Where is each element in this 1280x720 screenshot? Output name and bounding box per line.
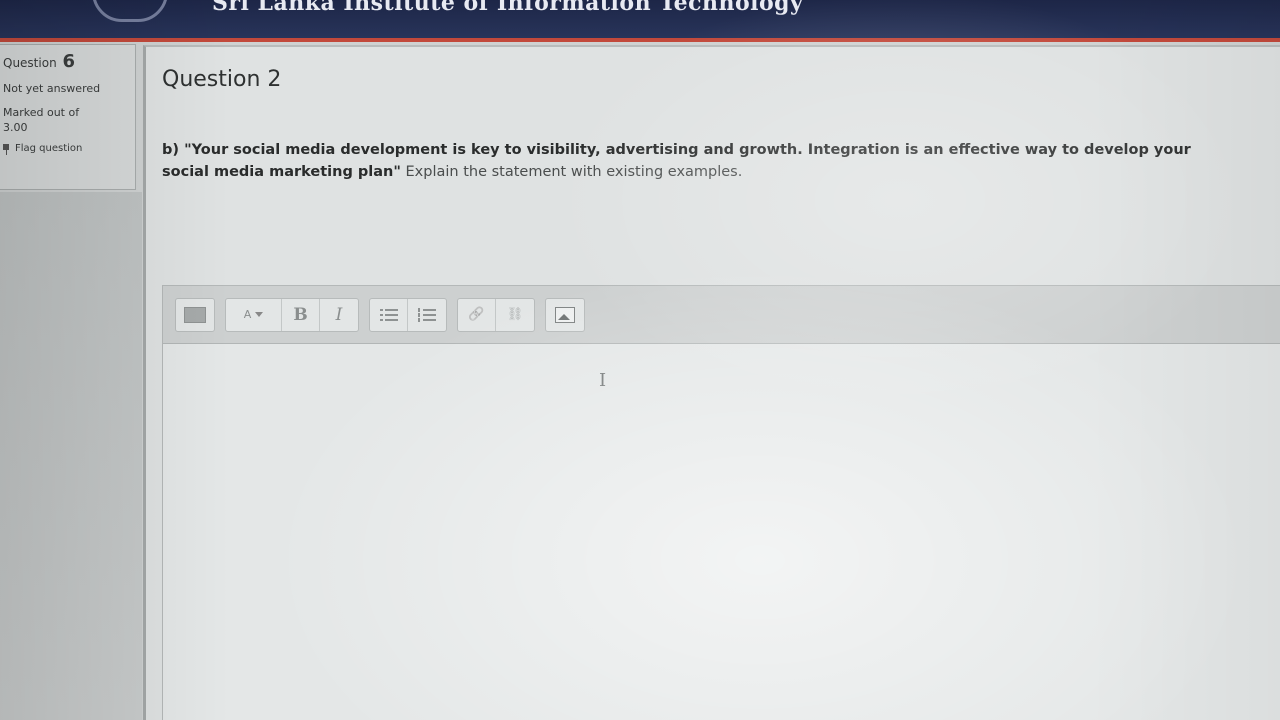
italic-icon: I	[335, 304, 343, 325]
show-more-buttons-button[interactable]	[176, 299, 214, 331]
institute-logo-icon[interactable]	[92, 0, 168, 22]
grade-label: Marked out of	[3, 106, 80, 119]
toolbar-group-media	[545, 297, 585, 332]
link-button[interactable]: 🔗	[458, 298, 496, 331]
unlink-button[interactable]: ⛓	[496, 299, 534, 331]
flag-question-link[interactable]: Flag question	[3, 143, 135, 155]
question-info-panel: Question 6 Not yet answered Marked out o…	[0, 44, 136, 190]
answer-editor: A B I 🔗 ⛓ I	[162, 285, 1280, 720]
text-cursor-icon: I	[599, 370, 607, 391]
bold-button[interactable]: B	[282, 298, 320, 331]
paragraph-styles-icon: A	[243, 308, 252, 321]
toolbar-group-style: A B I	[225, 297, 359, 332]
unlink-icon: ⛓	[506, 307, 524, 322]
question-content: Question 2 b) "Your social media develop…	[143, 45, 1280, 720]
toolbar-group-links: 🔗 ⛓	[457, 297, 535, 332]
flag-icon	[3, 143, 11, 155]
question-instruction: Explain the statement with existing exam…	[400, 164, 743, 180]
question-number: 6	[62, 51, 76, 72]
answer-text-area[interactable]	[163, 344, 1280, 720]
bold-icon: B	[293, 304, 308, 325]
ordered-list-button[interactable]	[408, 299, 446, 331]
toolbar-group-lists	[369, 297, 447, 332]
site-title: Sri Lanka Institute of Information Techn…	[212, 0, 804, 16]
italic-button[interactable]: I	[320, 299, 358, 331]
image-icon	[555, 306, 575, 323]
chevron-down-icon	[255, 312, 264, 317]
question-state: Not yet answered	[3, 82, 101, 95]
grade-value: 3.00	[3, 121, 28, 134]
site-header: Sri Lanka Institute of Information Techn…	[0, 0, 1280, 42]
insert-image-button[interactable]	[546, 299, 584, 331]
question-text: b) "Your social media development is key…	[162, 139, 1242, 183]
flag-question-label: Flag question	[15, 143, 83, 154]
unordered-list-button[interactable]	[370, 298, 408, 331]
link-icon: 🔗	[468, 307, 485, 322]
question-number-label: Question	[3, 56, 57, 70]
show-more-icon	[184, 306, 206, 323]
question-heading: Question 2	[162, 67, 282, 92]
question-grade: Marked out of 3.00	[3, 105, 135, 135]
question-prefix: b)	[162, 142, 185, 158]
ordered-list-icon	[418, 307, 436, 322]
paragraph-styles-button[interactable]: A	[226, 298, 282, 331]
unordered-list-icon	[379, 308, 398, 322]
toolbar-group-more	[175, 297, 215, 332]
sidebar-background	[0, 192, 142, 720]
editor-toolbar: A B I 🔗 ⛓	[163, 286, 1280, 344]
question-number-row: Question 6	[3, 51, 135, 72]
